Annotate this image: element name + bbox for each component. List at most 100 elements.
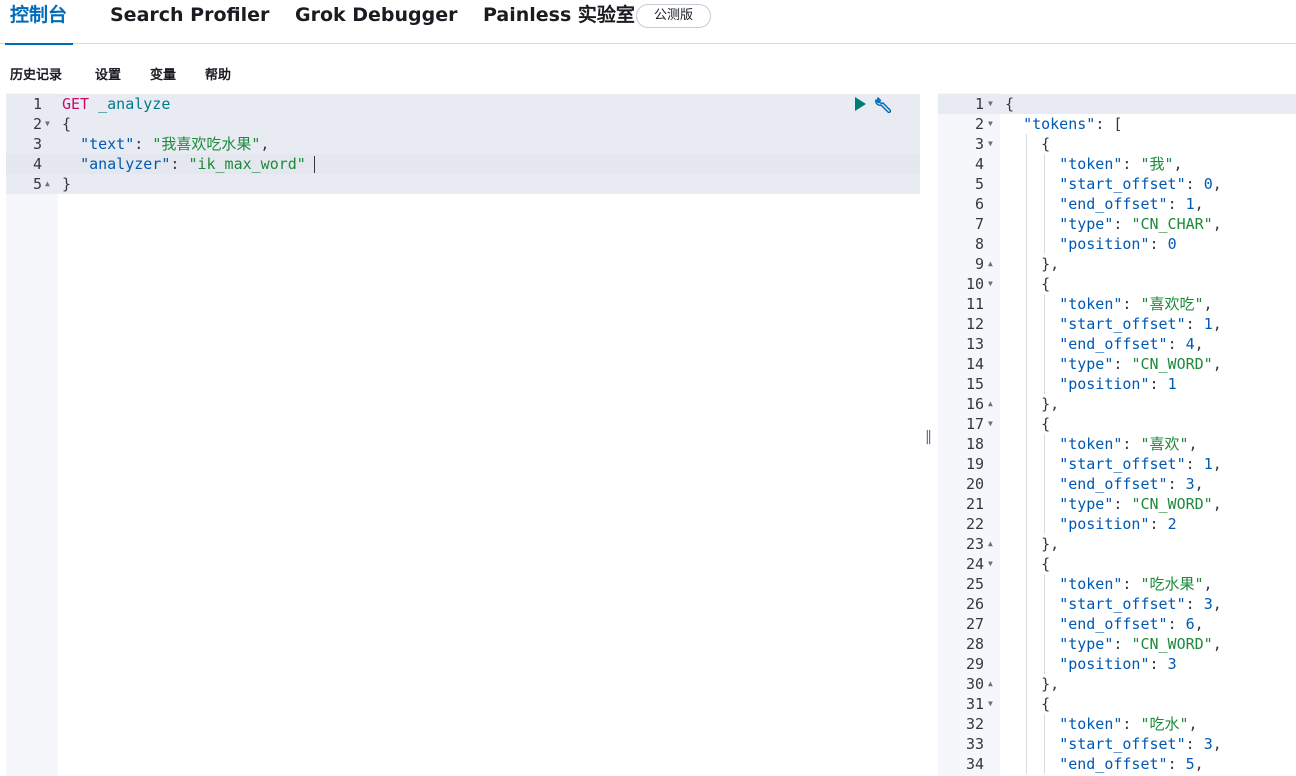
- beta-badge: 公测版: [636, 4, 711, 28]
- code-token: ,: [1212, 215, 1222, 233]
- response-editor[interactable]: 1 ▼{2 ▼ "tokens": [3 ▼ {4 "token": "我", 5 "s…: [938, 93, 1296, 776]
- fold-open-icon[interactable]: ▼: [988, 114, 993, 134]
- request-gutter: [6, 93, 58, 776]
- request-editor[interactable]: 1 GET _analyze 2 ▼ {3 "text": "我喜欢吃水果", 4 "an…: [6, 93, 920, 776]
- code-token: "position": [1059, 235, 1150, 253]
- line-number: 10: [965, 275, 984, 293]
- code-token: "tokens": [1023, 115, 1096, 133]
- fold-open-icon[interactable]: ▼: [988, 94, 993, 114]
- code-token: "type": [1059, 355, 1114, 373]
- splitter-grip-icon[interactable]: ‖: [925, 429, 932, 445]
- line-number: 3: [974, 135, 984, 153]
- code-line: {: [1005, 94, 1014, 114]
- code-token: :: [1167, 475, 1186, 493]
- code-token: "end_offset": [1059, 335, 1168, 353]
- code-line: "start_offset": 1,: [1005, 454, 1222, 474]
- line-number: 2: [974, 115, 984, 133]
- code-line: {: [1005, 554, 1050, 574]
- code-token: },: [1005, 395, 1060, 413]
- line-number: 29: [965, 655, 984, 673]
- code-token: :: [1149, 655, 1168, 673]
- code-token: _analyze: [98, 95, 171, 113]
- code-line: "end_offset": 3,: [1005, 474, 1204, 494]
- code-token: ,: [260, 135, 270, 153]
- request-block-highlight: [6, 174, 920, 194]
- code-line: "position": 1: [1005, 374, 1176, 394]
- line-number: 17: [965, 415, 984, 433]
- fold-close-icon[interactable]: ▲: [45, 174, 50, 194]
- code-token: ,: [1212, 635, 1222, 653]
- line-number: 4: [32, 155, 42, 173]
- code-line: "type": "CN_WORD",: [1005, 634, 1222, 654]
- code-token: 6: [1185, 615, 1195, 633]
- code-line: "type": "CN_WORD",: [1005, 494, 1222, 514]
- fold-close-icon[interactable]: ▲: [988, 674, 993, 694]
- code-token: 2: [1167, 515, 1177, 533]
- code-token: :: [1149, 375, 1168, 393]
- fold-open-icon[interactable]: ▼: [988, 414, 993, 434]
- tab-grok-debugger[interactable]: Grok Debugger: [295, 0, 458, 44]
- code-token: :: [1167, 615, 1186, 633]
- code-token: "CN_WORD": [1131, 635, 1213, 653]
- code-token: ,: [1188, 435, 1198, 453]
- code-token: {: [1005, 555, 1051, 573]
- code-token: }: [62, 175, 72, 193]
- code-token: ,: [1203, 575, 1213, 593]
- code-token: :: [1185, 455, 1204, 473]
- code-token: "start_offset": [1059, 455, 1186, 473]
- code-token: "position": [1059, 375, 1150, 393]
- code-line: "position": 3: [1005, 654, 1176, 674]
- tab-search-profiler[interactable]: Search Profiler: [110, 0, 269, 44]
- code-token: },: [1005, 535, 1060, 553]
- fold-open-icon[interactable]: ▼: [988, 274, 993, 294]
- line-number: 14: [965, 355, 984, 373]
- menu-settings[interactable]: 设置: [95, 64, 121, 83]
- line-number: 12: [965, 315, 984, 333]
- line-number: 7: [974, 215, 984, 233]
- line-number: 1: [32, 95, 42, 113]
- code-token: :: [170, 155, 189, 173]
- line-number: 18: [965, 435, 984, 453]
- code-token: :: [1113, 215, 1132, 233]
- play-icon[interactable]: [853, 97, 867, 111]
- line-number: 31: [965, 695, 984, 713]
- code-token: "喜欢": [1140, 435, 1189, 453]
- tab-console[interactable]: 控制台: [4, 0, 74, 45]
- code-token: "start_offset": [1059, 595, 1186, 613]
- fold-open-icon[interactable]: ▼: [988, 554, 993, 574]
- code-token: :: [1122, 155, 1141, 173]
- fold-close-icon[interactable]: ▲: [988, 394, 993, 414]
- code-token: :: [1122, 295, 1141, 313]
- code-token: GET: [62, 95, 90, 113]
- code-token: 4: [1185, 335, 1195, 353]
- code-token: ,: [1188, 715, 1198, 733]
- code-token: 1: [1185, 195, 1195, 213]
- code-line: "start_offset": 3,: [1005, 594, 1222, 614]
- tab-painless-lab[interactable]: Painless 实验室: [483, 0, 635, 44]
- menu-history[interactable]: 历史记录: [10, 64, 62, 83]
- fold-open-icon[interactable]: ▼: [45, 114, 50, 134]
- fold-open-icon[interactable]: ▼: [988, 694, 993, 714]
- code-token: :: [1149, 235, 1168, 253]
- fold-close-icon[interactable]: ▲: [988, 534, 993, 554]
- fold-close-icon[interactable]: ▲: [988, 254, 993, 274]
- menu-variables[interactable]: 变量: [150, 64, 176, 83]
- code-token: {: [1005, 275, 1051, 293]
- code-token: ,: [1212, 595, 1222, 613]
- code-token: ,: [1173, 155, 1183, 173]
- line-number: 32: [965, 715, 984, 733]
- line-number: 19: [965, 455, 984, 473]
- code-token: },: [1005, 675, 1060, 693]
- code-token: :: [134, 135, 153, 153]
- fold-open-icon[interactable]: ▼: [988, 134, 993, 154]
- menu-help[interactable]: 帮助: [205, 64, 231, 83]
- wrench-icon[interactable]: [874, 95, 894, 115]
- code-token: :: [1185, 735, 1204, 753]
- request-block-highlight: [6, 114, 920, 134]
